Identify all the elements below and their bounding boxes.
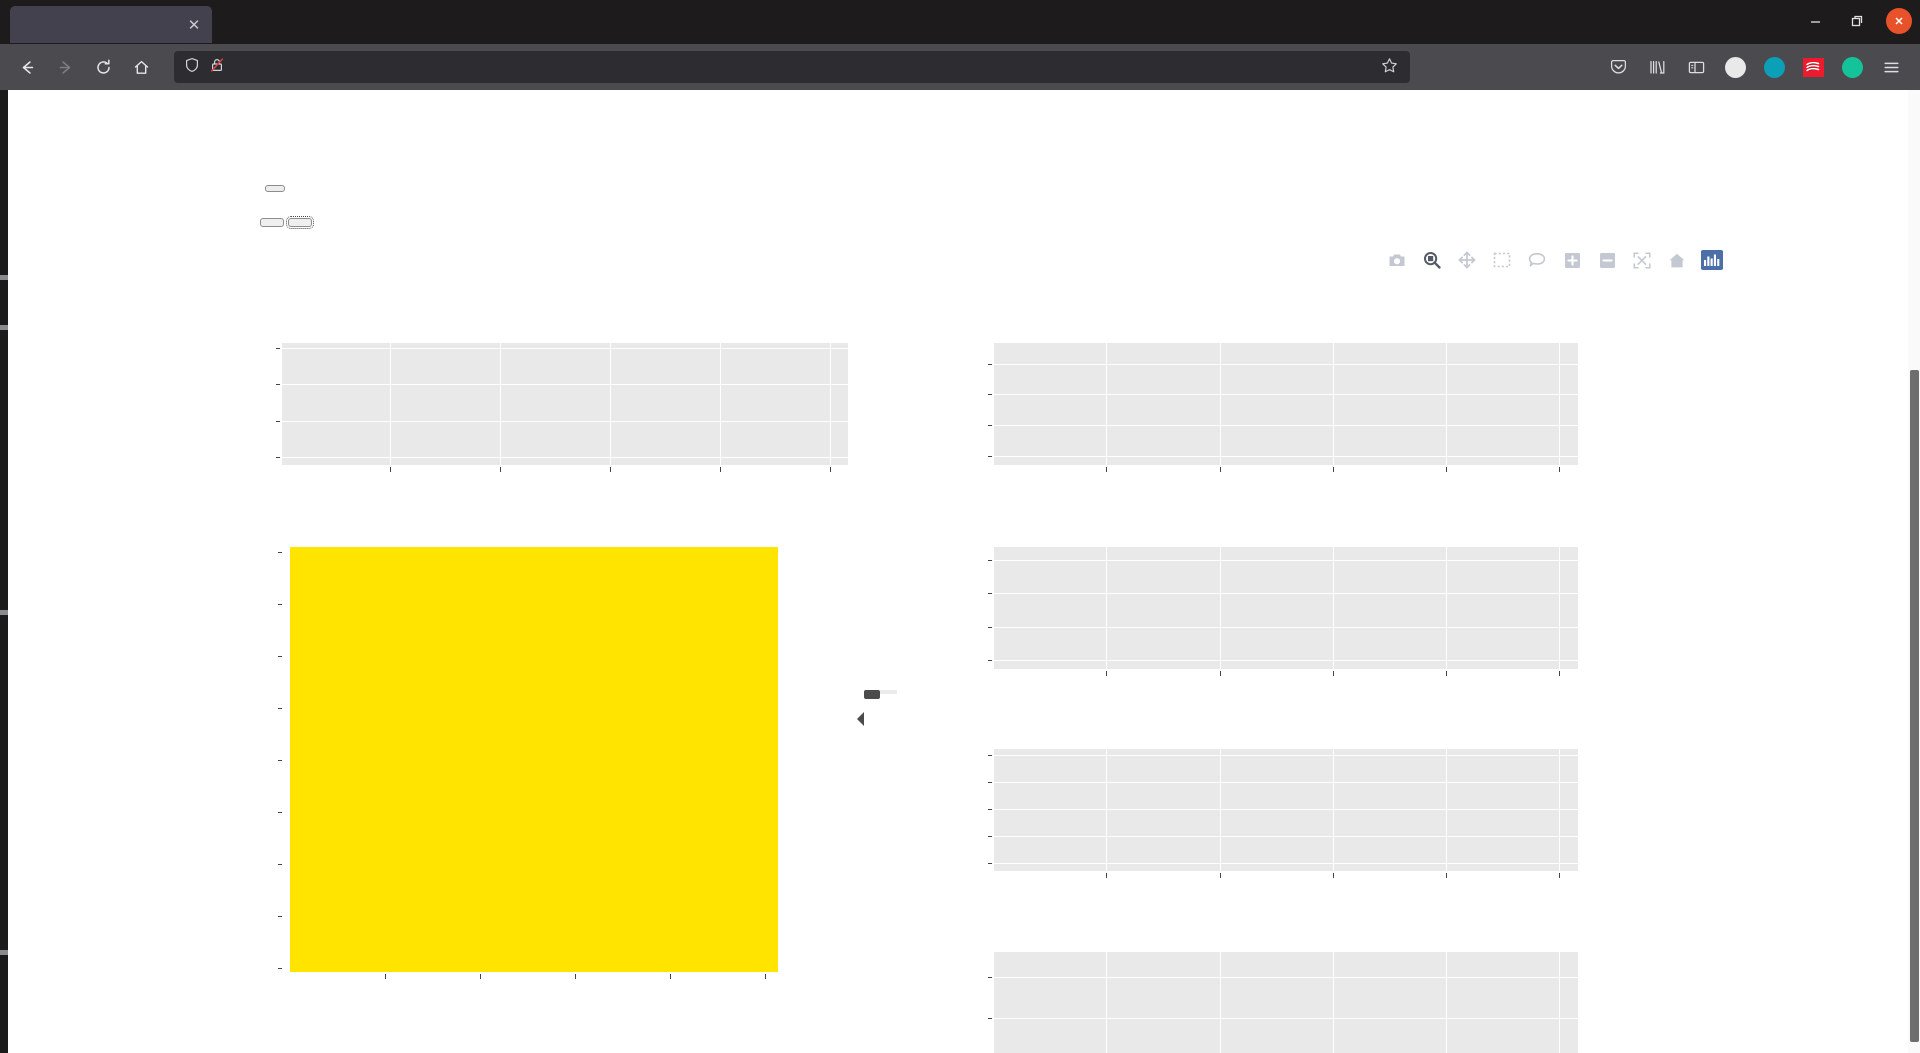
- forward-icon: [48, 50, 82, 84]
- action-button-row: [260, 216, 314, 229]
- chart-zero-crossing-rate[interactable]: [898, 931, 1598, 1053]
- file-select-row: [256, 185, 294, 192]
- shield-icon[interactable]: [184, 57, 200, 78]
- spectrogram-heatmap: [290, 547, 778, 972]
- title-bar: ✕: [0, 0, 1920, 44]
- browse-button[interactable]: [265, 185, 285, 192]
- lasso-select-icon[interactable]: [1526, 250, 1548, 270]
- chart-energy-contour[interactable]: [898, 526, 1598, 696]
- hover-values: [857, 690, 880, 726]
- desktop-dock-edge: [0, 90, 8, 1053]
- page-viewport: [8, 90, 1913, 1053]
- app-menu-icon[interactable]: [1880, 56, 1902, 78]
- home-icon[interactable]: [124, 50, 158, 84]
- lock-insecure-icon[interactable]: [209, 57, 225, 78]
- plot-area[interactable]: [994, 952, 1578, 1053]
- grammarly-badge-label: [1841, 56, 1863, 78]
- hover-tooltip: [857, 690, 897, 726]
- new-tab-button[interactable]: [238, 12, 264, 38]
- stripes-badge-icon: [1802, 57, 1824, 77]
- box-select-icon[interactable]: [1491, 250, 1513, 270]
- maximize-icon[interactable]: [1844, 8, 1870, 34]
- chart-signal[interactable]: [218, 322, 848, 492]
- download-plot-png-icon[interactable]: [1386, 250, 1408, 270]
- scrollbar-thumb[interactable]: [1910, 370, 1919, 1042]
- sidebar-icon[interactable]: [1685, 56, 1707, 78]
- zoom-in-icon[interactable]: [1561, 250, 1583, 270]
- zoom-out-icon[interactable]: [1596, 250, 1618, 270]
- pocket-icon[interactable]: [1607, 56, 1629, 78]
- back-icon[interactable]: [10, 50, 44, 84]
- plot-area[interactable]: [282, 343, 848, 465]
- plot-area[interactable]: [994, 343, 1578, 465]
- grammarly-badge[interactable]: [1841, 56, 1863, 78]
- kagi-badge-label: [1724, 56, 1746, 78]
- reset-axes-icon[interactable]: [1666, 250, 1688, 270]
- extension-toolbar: [1607, 56, 1910, 78]
- minimize-icon[interactable]: [1802, 8, 1828, 34]
- reload-icon[interactable]: [86, 50, 120, 84]
- plot-area[interactable]: [994, 749, 1578, 871]
- zoom-icon[interactable]: [1421, 250, 1443, 270]
- close-icon[interactable]: ✕: [184, 15, 204, 35]
- pitch-scatter-trace: [994, 343, 1578, 465]
- plot-button[interactable]: [286, 216, 314, 229]
- chart-pitch-contour[interactable]: [898, 322, 1598, 492]
- signal-trace: [282, 343, 848, 465]
- energy-trace: [994, 547, 1578, 669]
- plotly-logo-icon[interactable]: [1701, 250, 1723, 270]
- predict-button[interactable]: [260, 218, 284, 227]
- mastodon-badge[interactable]: [1763, 56, 1785, 78]
- plot-area[interactable]: [290, 547, 778, 972]
- autoscale-icon[interactable]: [1631, 250, 1653, 270]
- mastodon-badge-label: [1763, 56, 1785, 78]
- stripes-badge[interactable]: [1802, 56, 1824, 78]
- pan-icon[interactable]: [1456, 250, 1478, 270]
- zcr-trace: [994, 952, 1578, 1053]
- page-scrollbar[interactable]: [1908, 90, 1920, 1053]
- browser-tab[interactable]: ✕: [10, 6, 212, 43]
- flatness-trace: [994, 749, 1578, 871]
- browser-window: ✕: [0, 0, 1920, 1053]
- plot-area[interactable]: [994, 547, 1578, 669]
- navigation-toolbar: [0, 44, 1920, 90]
- star-icon[interactable]: [1381, 57, 1398, 78]
- close-window-icon[interactable]: [1886, 8, 1912, 34]
- plotly-modebar: [1386, 250, 1723, 270]
- kagi-badge[interactable]: [1724, 56, 1746, 78]
- hover-trace-name: [880, 690, 897, 694]
- library-icon[interactable]: [1646, 56, 1668, 78]
- chart-spectral-flatness[interactable]: [898, 728, 1598, 898]
- url-bar[interactable]: [174, 51, 1410, 83]
- window-controls: [1802, 8, 1912, 34]
- chart-spectrogram[interactable]: [218, 526, 908, 1026]
